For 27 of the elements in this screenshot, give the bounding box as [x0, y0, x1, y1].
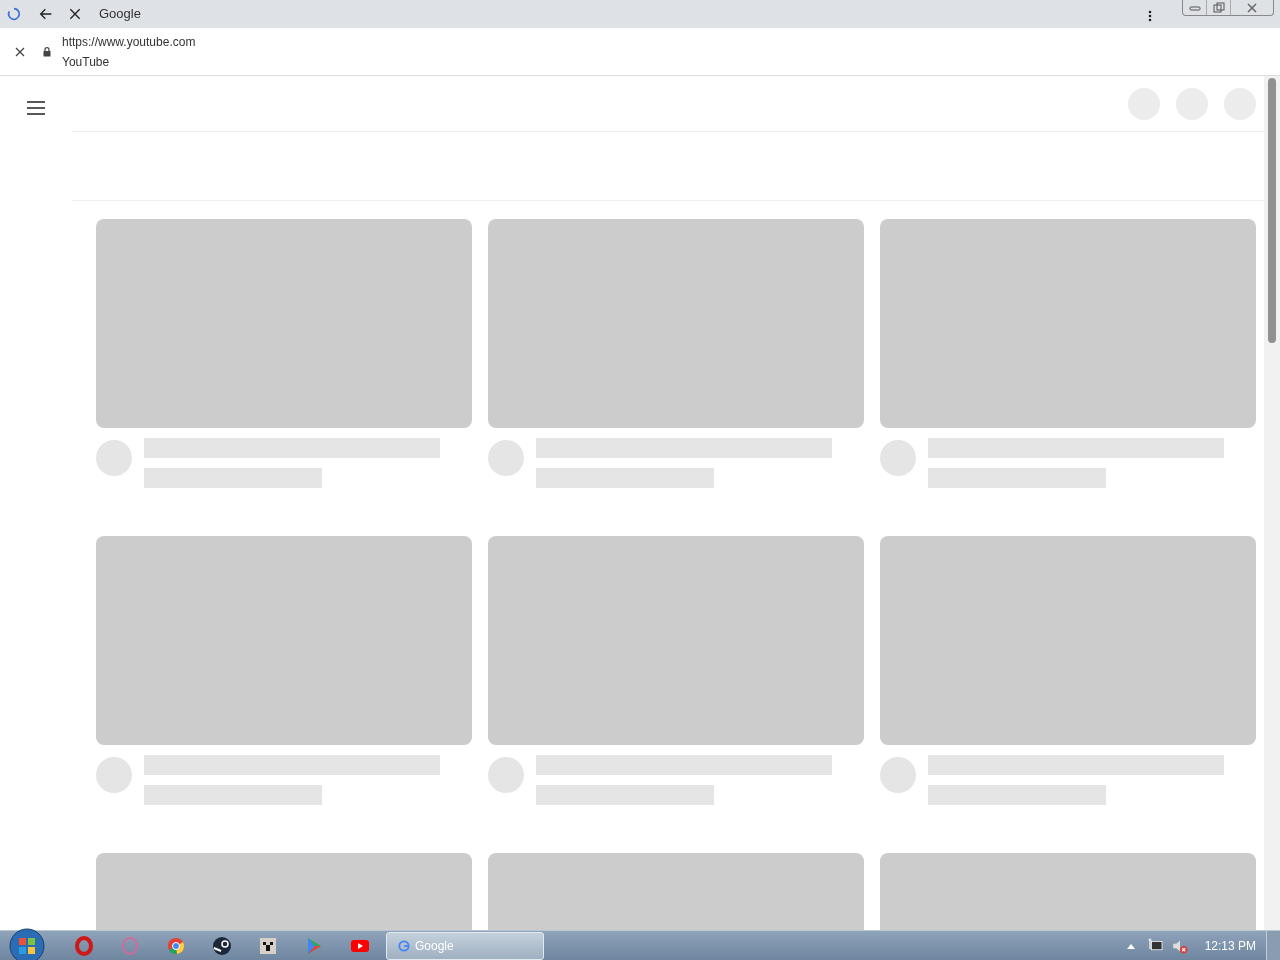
ring-letter-icon	[72, 933, 96, 958]
back-arrow-icon	[38, 6, 54, 22]
avatar-placeholder	[96, 440, 132, 476]
avatar-placeholder	[880, 440, 916, 476]
close-icon	[67, 6, 83, 22]
menu-icon	[26, 100, 46, 116]
restore-icon	[1212, 1, 1225, 14]
scrollbar[interactable]	[1264, 76, 1280, 930]
taskbar-window-button[interactable]: Google	[386, 931, 544, 960]
clock[interactable]: 12:13 PM	[1204, 936, 1256, 955]
avatar-placeholder	[488, 440, 524, 476]
lock-icon	[41, 45, 53, 58]
avatar-placeholder	[488, 757, 524, 793]
avatar-placeholder	[96, 757, 132, 793]
minimize-icon	[1188, 3, 1201, 12]
window-title: Google	[99, 5, 141, 24]
google-logo-icon	[397, 938, 411, 953]
start-button[interactable]	[9, 930, 45, 960]
more-vertical-icon	[1148, 10, 1152, 22]
close-icon	[14, 45, 26, 58]
page-title: YouTube	[62, 53, 111, 71]
loading-spinner-icon	[6, 6, 22, 22]
close-icon	[1246, 1, 1258, 14]
caret-up-icon	[1126, 942, 1135, 949]
avatar-placeholder	[880, 757, 916, 793]
windows-logo-icon	[9, 927, 45, 960]
url-text: https://www.youtube.com	[62, 33, 196, 51]
